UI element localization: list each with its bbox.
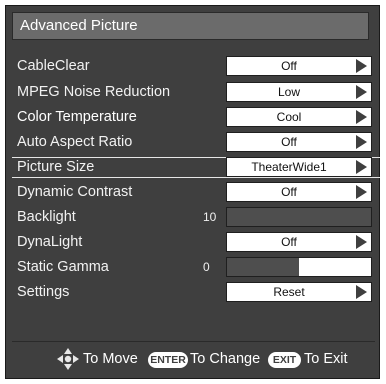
- static-gamma-number: 0: [203, 260, 210, 274]
- select-value: TheaterWide1: [251, 160, 327, 174]
- dynamic-contrast-value-select[interactable]: Off: [226, 182, 372, 202]
- arrow-right-icon[interactable]: [356, 59, 367, 73]
- menu-item-label: Auto Aspect Ratio: [17, 134, 133, 150]
- move-hint: To Move: [83, 351, 138, 367]
- picture-size-value-select[interactable]: TheaterWide1: [226, 157, 372, 177]
- menu-item-dynamic-contrast[interactable]: Dynamic Contrast Off: [6, 182, 381, 204]
- menu-item-mpeg-noise-reduction[interactable]: MPEG Noise Reduction Low: [6, 82, 381, 104]
- color-temperature-value-select[interactable]: Cool: [226, 107, 372, 127]
- static-gamma-slider[interactable]: [226, 257, 372, 277]
- auto-aspect-ratio-value-select[interactable]: Off: [226, 132, 372, 152]
- select-value: Low: [277, 85, 300, 99]
- dynalight-value-select[interactable]: Off: [226, 232, 372, 252]
- menu-item-label: DynaLight: [17, 234, 83, 250]
- arrow-right-icon[interactable]: [356, 135, 367, 149]
- footer-divider: [12, 341, 375, 342]
- mpeg-noise-reduction-value-select[interactable]: Low: [226, 82, 372, 102]
- arrow-right-icon[interactable]: [356, 185, 367, 199]
- menu-item-dynalight[interactable]: DynaLight Off: [6, 232, 381, 254]
- menu-item-label: Settings: [17, 284, 70, 300]
- arrow-right-icon[interactable]: [356, 285, 367, 299]
- select-value: Off: [281, 235, 297, 249]
- arrow-right-icon[interactable]: [356, 160, 367, 174]
- settings-value-select[interactable]: Reset: [226, 282, 372, 302]
- select-value: Cool: [276, 110, 302, 124]
- change-hint: To Change: [190, 351, 261, 367]
- backlight-number: 10: [203, 210, 217, 224]
- slider-fill: [227, 208, 371, 226]
- menu-item-cableclear[interactable]: CableClear Off: [6, 56, 381, 78]
- menu-item-label: Color Temperature: [17, 109, 137, 125]
- menu-item-label: Dynamic Contrast: [17, 184, 133, 200]
- advanced-picture-menu: Advanced Picture CableClear Off MPEG Noi…: [5, 5, 380, 379]
- select-value: Reset: [273, 285, 305, 299]
- arrow-right-icon[interactable]: [356, 110, 367, 124]
- menu-item-label: Backlight: [17, 209, 76, 225]
- menu-item-settings[interactable]: Settings Reset: [6, 282, 381, 304]
- menu-item-label: Static Gamma: [17, 259, 109, 275]
- arrow-right-icon[interactable]: [356, 85, 367, 99]
- select-value: Off: [281, 185, 297, 199]
- select-value: Off: [281, 59, 297, 73]
- menu-item-picture-size[interactable]: Picture Size TheaterWide1: [12, 157, 380, 178]
- menu-item-static-gamma[interactable]: Static Gamma 0: [6, 257, 381, 279]
- enter-key-icon: ENTER: [148, 352, 188, 368]
- footer-help: To Move ENTER To Change EXIT To Exit: [6, 347, 381, 373]
- select-value: Off: [281, 135, 297, 149]
- menu-item-auto-aspect-ratio[interactable]: Auto Aspect Ratio Off: [6, 132, 381, 154]
- menu-items: CableClear Off MPEG Noise Reduction Low …: [6, 6, 381, 380]
- dpad-icon: [57, 348, 79, 370]
- menu-item-label: CableClear: [17, 58, 90, 74]
- arrow-right-icon[interactable]: [356, 235, 367, 249]
- exit-key-icon: EXIT: [268, 352, 301, 368]
- backlight-slider[interactable]: [226, 207, 372, 227]
- menu-item-label: MPEG Noise Reduction: [17, 84, 171, 100]
- menu-item-label: Picture Size: [17, 159, 95, 175]
- slider-fill: [227, 258, 299, 276]
- exit-hint: To Exit: [304, 351, 348, 367]
- menu-item-backlight[interactable]: Backlight 10: [6, 207, 381, 229]
- menu-item-color-temperature[interactable]: Color Temperature Cool: [6, 107, 381, 129]
- cableclear-value-select[interactable]: Off: [226, 56, 372, 76]
